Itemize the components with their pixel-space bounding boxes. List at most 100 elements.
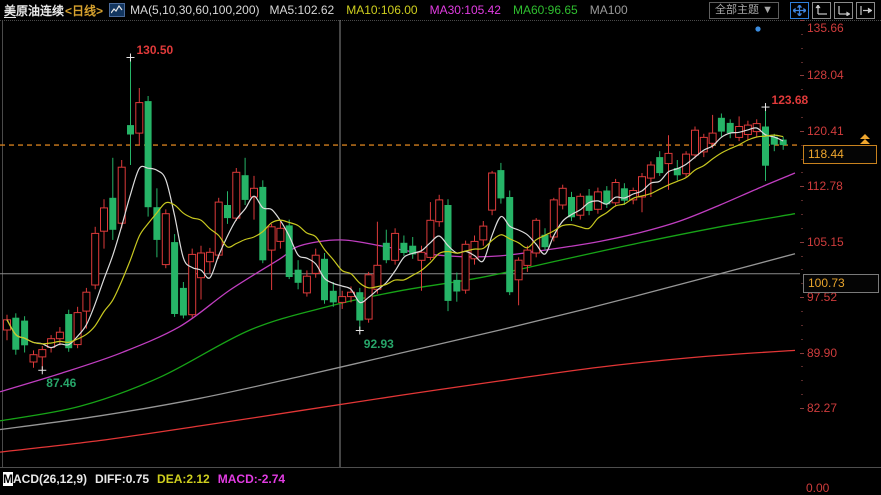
- extreme-cross-marker: [126, 53, 134, 61]
- ma100-value: MA100: [590, 3, 628, 17]
- chart-plot[interactable]: [0, 20, 881, 467]
- axis-tick: [800, 242, 804, 243]
- crosshair-price-label: 100.73: [803, 274, 879, 293]
- candle: [198, 253, 205, 278]
- axis-tick: [800, 75, 804, 76]
- macd-dea-value: DEA:2.12: [157, 472, 210, 486]
- low-price-annotation: 87.46: [46, 376, 76, 390]
- candle: [559, 188, 566, 205]
- candle: [330, 291, 337, 303]
- axis-minor-tick: [801, 214, 803, 215]
- candle: [445, 205, 452, 301]
- candle: [12, 318, 19, 350]
- candle: [30, 355, 37, 362]
- candle: [83, 292, 90, 311]
- axis-minor-tick: [801, 172, 803, 173]
- theme-dropdown[interactable]: 全部主题 ▼: [709, 2, 779, 19]
- mini-chart-icon: [109, 3, 125, 17]
- candle: [224, 205, 231, 218]
- last-price-label: 118.44: [803, 145, 877, 164]
- price-axis[interactable]: 135.66128.04120.41112.78105.1597.5289.90…: [800, 20, 881, 467]
- axis-tick: [800, 297, 804, 298]
- axis-minor-tick: [801, 380, 803, 381]
- candle: [418, 252, 425, 260]
- axis-minor-tick: [801, 256, 803, 257]
- candle: [21, 321, 28, 346]
- macd-macd-value: MACD:-2.74: [218, 472, 285, 486]
- axis-price-label: 135.66: [807, 21, 844, 35]
- axis-tick: [800, 186, 804, 187]
- extreme-cross-marker: [762, 103, 770, 111]
- price-up-arrow-icon: [860, 139, 870, 144]
- candle: [577, 196, 584, 215]
- candle: [665, 153, 672, 163]
- candle: [727, 123, 734, 133]
- candle: [39, 350, 46, 357]
- candle: [427, 220, 434, 257]
- axis-minor-tick: [801, 200, 803, 201]
- ma5-value: MA5:102.62: [269, 3, 334, 17]
- candle: [162, 214, 169, 265]
- period-label: <日线>: [65, 2, 103, 19]
- candle: [303, 276, 310, 293]
- axis-tick: [800, 131, 804, 132]
- axis-minor-tick: [801, 34, 803, 35]
- candle: [392, 233, 399, 260]
- candle: [233, 172, 240, 218]
- scale-y-axis-icon[interactable]: [812, 2, 831, 19]
- candle: [453, 280, 460, 292]
- extreme-cross-marker: [38, 366, 46, 374]
- candle: [145, 101, 152, 207]
- low-price-annotation: 92.93: [364, 337, 394, 351]
- candle: [259, 187, 266, 260]
- candle: [171, 242, 178, 314]
- axis-price-label: 89.90: [807, 346, 837, 360]
- event-dot[interactable]: [755, 26, 760, 31]
- candle: [383, 243, 390, 260]
- pan-right-icon[interactable]: [856, 2, 875, 19]
- trading-app: { "toolbar": { "symbol": "美原油连续", "perio…: [0, 0, 881, 488]
- axis-minor-tick: [801, 228, 803, 229]
- axis-minor-tick: [801, 366, 803, 367]
- axis-price-label: 128.04: [807, 68, 844, 82]
- candle: [118, 167, 125, 223]
- candle: [215, 202, 222, 255]
- top-toolbar: 美原油连续 <日线> MA(5,10,30,60,100,200) MA5:10…: [0, 0, 881, 21]
- candle: [515, 260, 522, 280]
- candle: [127, 125, 134, 134]
- axis-minor-tick: [801, 394, 803, 395]
- axis-tick: [800, 20, 804, 21]
- ma30-value: MA30:105.42: [430, 3, 501, 17]
- axis-price-label: 120.41: [807, 124, 844, 138]
- toolbar-buttons: [787, 2, 875, 19]
- candle: [286, 225, 293, 277]
- candle: [101, 208, 108, 231]
- ma-config-label: MA(5,10,30,60,100,200): [130, 3, 259, 17]
- candle: [189, 254, 196, 314]
- axis-minor-tick: [801, 311, 803, 312]
- candle: [180, 288, 187, 316]
- candle: [321, 259, 328, 300]
- candlestick-chart-canvas[interactable]: 130.50123.6887.4692.93: [0, 20, 881, 467]
- axis-price-label: 105.15: [807, 235, 844, 249]
- candle: [206, 252, 213, 261]
- candle: [356, 292, 363, 320]
- candle: [709, 133, 716, 143]
- macd-params-label: MACD(26,12,9): [3, 472, 87, 486]
- candle: [497, 170, 504, 198]
- scale-x-axis-icon[interactable]: [834, 2, 853, 19]
- move-crosshair-icon[interactable]: [790, 2, 809, 19]
- candle: [612, 183, 619, 203]
- candle: [639, 177, 646, 197]
- candle: [109, 198, 116, 230]
- axis-minor-tick: [801, 89, 803, 90]
- candle: [242, 175, 249, 200]
- macd-indicator-row[interactable]: MACD(26,12,9) DIFF:0.75 DEA:2.12 MACD:-2…: [0, 467, 881, 489]
- candle: [295, 270, 302, 283]
- candle: [339, 297, 346, 303]
- axis-minor-tick: [801, 269, 803, 270]
- axis-minor-tick: [801, 339, 803, 340]
- candle: [56, 332, 63, 339]
- axis-price-label: 112.78: [807, 179, 843, 193]
- axis-tick: [800, 353, 804, 354]
